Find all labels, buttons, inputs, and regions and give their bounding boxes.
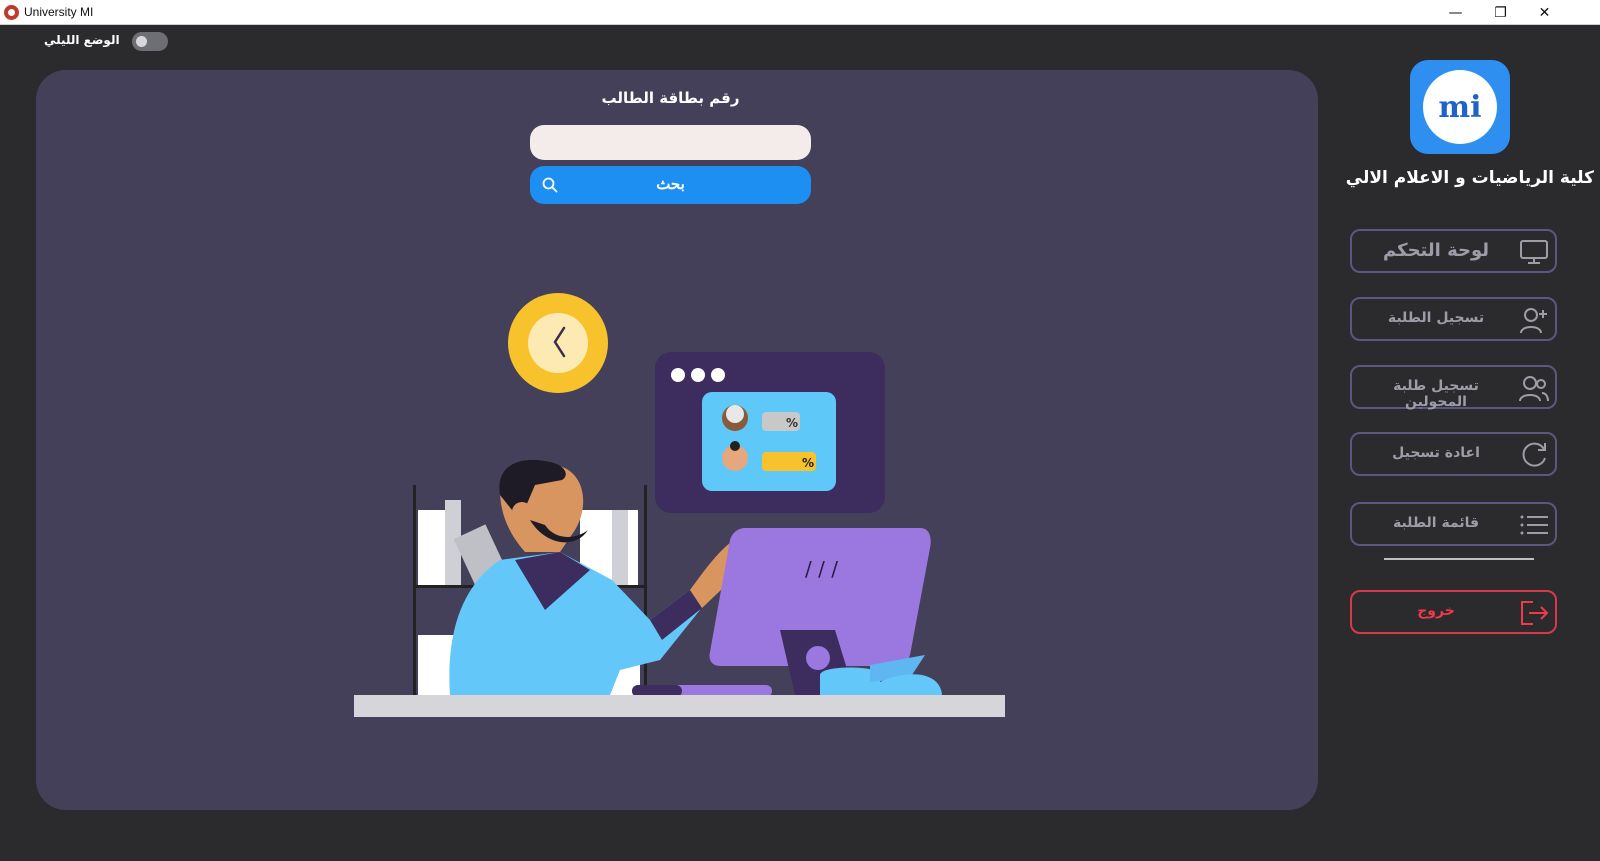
percent-label-1: %: [786, 416, 798, 430]
logout-icon: [1519, 599, 1549, 627]
monitor-icon: [1519, 238, 1549, 266]
restore-button[interactable]: ❐: [1478, 0, 1523, 25]
desk: [354, 695, 1005, 717]
clock-icon: [508, 293, 608, 393]
search-button-label: بحث: [656, 176, 685, 193]
sidebar-item-label: تسجيل طلبة المحولين: [1393, 378, 1479, 410]
add-user-icon: [1519, 306, 1549, 334]
sidebar-item-label: لوحة التحكم: [1382, 240, 1490, 261]
exit-label: خروج: [1417, 603, 1455, 619]
list-icon: [1519, 511, 1549, 539]
sidebar-item-label: تسجيل الطلبة: [1387, 310, 1485, 326]
developer-illustration: % % / / /: [354, 293, 1005, 717]
close-button[interactable]: ✕: [1522, 0, 1567, 25]
sidebar-item-re-register[interactable]: اعادة تسجيل: [1350, 432, 1557, 476]
exit-button[interactable]: خروج: [1350, 590, 1557, 634]
student-card-label: رقم بطاقة الطالب: [601, 89, 740, 107]
faculty-logo: mi: [1410, 60, 1510, 154]
night-mode-label: الوضع الليلي: [44, 33, 120, 47]
faculty-logo-mark: mi: [1423, 70, 1497, 144]
sidebar-item-register-students[interactable]: تسجيل الطلبة: [1350, 297, 1557, 341]
sidebar-item-transfer-students[interactable]: تسجيل طلبة المحولين: [1350, 365, 1557, 410]
percent-label-2: %: [802, 456, 814, 470]
night-mode-toggle[interactable]: [132, 32, 168, 51]
monitor-marks: / / /: [805, 557, 838, 581]
sidebar-item-label: قائمة الطلبة: [1392, 515, 1480, 531]
student-card-input[interactable]: [530, 125, 811, 160]
sidebar-item-label: اعادة تسجيل: [1392, 445, 1480, 461]
browser-window: [655, 352, 885, 513]
search-button[interactable]: بحث: [530, 166, 811, 204]
minimize-button[interactable]: —: [1433, 0, 1478, 25]
app-logo-icon: [4, 5, 19, 20]
sidebar-divider: [1384, 558, 1534, 560]
toggle-knob: [136, 36, 147, 47]
refresh-icon: [1519, 441, 1549, 469]
faculty-name: كلية الرياضيات و الاعلام الالي: [1345, 168, 1594, 188]
window-title: University MI: [24, 5, 94, 19]
users-icon: [1519, 374, 1549, 402]
sidebar-item-student-list[interactable]: قائمة الطلبة: [1350, 502, 1557, 546]
window-titlebar: University MI — ❐ ✕: [0, 0, 1600, 25]
sidebar-item-dashboard[interactable]: لوحة التحكم: [1350, 229, 1557, 273]
